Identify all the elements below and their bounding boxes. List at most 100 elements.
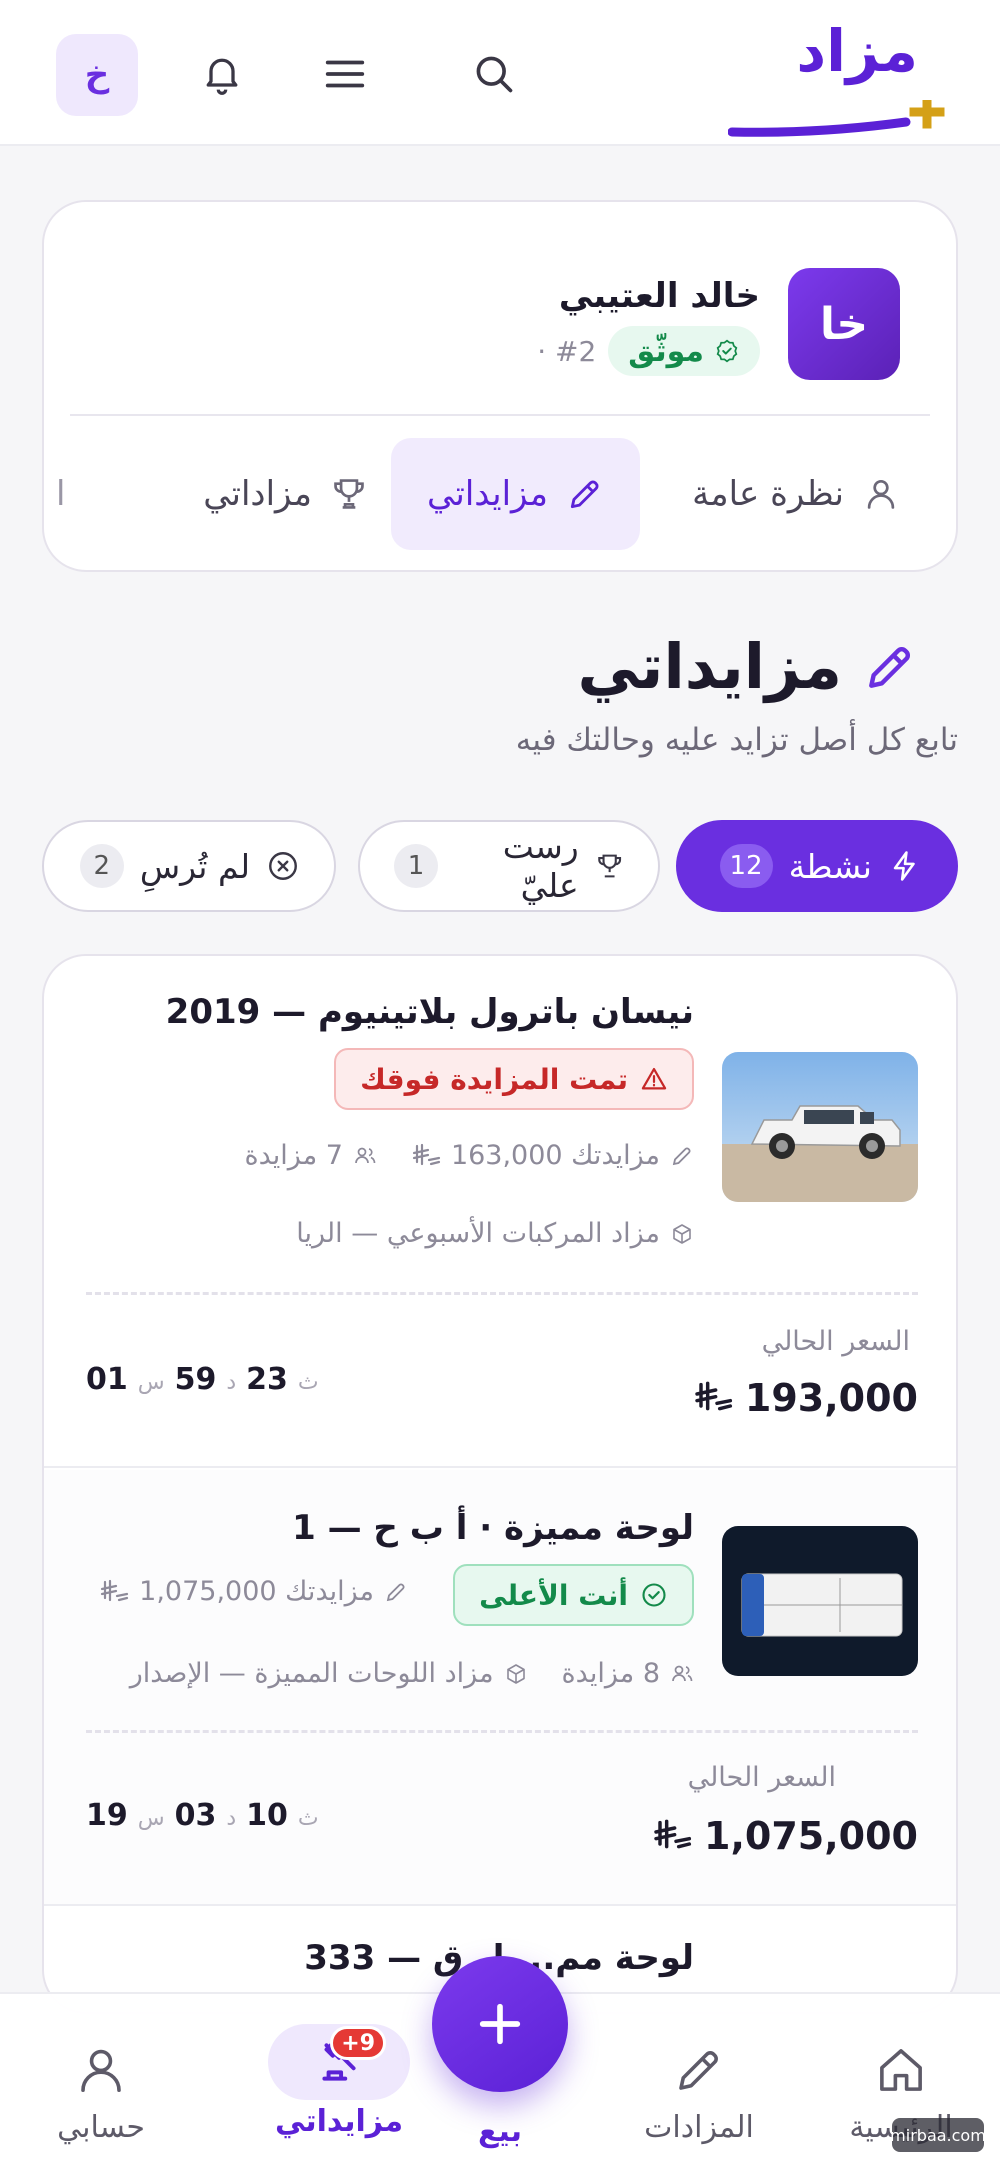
list-item[interactable]: لوحة مميزة · أ ب ح — 1 أنت الأعلى مزايدت… bbox=[44, 1470, 956, 1906]
current-price: 1,075,000 bbox=[652, 1814, 918, 1858]
nav-account[interactable]: حسابي bbox=[16, 1994, 186, 2164]
page-title: مزايداتي bbox=[577, 630, 918, 703]
tab-label: مزايداتي bbox=[427, 474, 548, 514]
box-icon bbox=[506, 1663, 525, 1684]
current-price-value: 1,075,000 bbox=[704, 1814, 918, 1858]
logo-underline-icon bbox=[728, 100, 945, 137]
my-bid-text: مزايدتك 163,000 bbox=[450, 1140, 660, 1171]
bid-count: 7 مزايدة bbox=[244, 1140, 376, 1171]
verified-label: موثّق bbox=[628, 333, 704, 369]
list-item[interactable]: نيسان باترول بلاتينيوم — 2019 تمت المزاي… bbox=[44, 956, 956, 1468]
bids-list: نيسان باترول بلاتينيوم — 2019 تمت المزاي… bbox=[42, 954, 958, 2014]
timer-unit: س bbox=[137, 1806, 165, 1831]
status-badge: أنت الأعلى bbox=[453, 1564, 694, 1626]
timer-unit: ث bbox=[297, 1370, 319, 1395]
filter-active[interactable]: نشطة 12 bbox=[676, 820, 958, 912]
license-plate-icon bbox=[722, 1526, 918, 1676]
countdown-timer: 01 س 59 د 23 ث bbox=[86, 1362, 319, 1397]
auction-meta: 8 مزايدة مزاد اللوحات المميزة — الإصدار bbox=[130, 1658, 694, 1689]
plus-icon bbox=[479, 2003, 521, 2045]
sell-button[interactable] bbox=[432, 1956, 568, 2092]
bolt-icon bbox=[893, 851, 915, 881]
filter-won[interactable]: رست عليّ 1 bbox=[358, 820, 660, 912]
timer-value: 01 bbox=[86, 1362, 128, 1397]
auction-name: مزاد اللوحات المميزة — الإصدار bbox=[130, 1658, 528, 1689]
warning-icon bbox=[641, 1067, 667, 1090]
plate-thumbnail bbox=[722, 1526, 918, 1676]
pencil-icon bbox=[672, 1146, 691, 1165]
car-image-icon bbox=[722, 1052, 918, 1202]
current-price: 193,000 bbox=[693, 1376, 918, 1420]
price-label: السعر الحالي bbox=[687, 1762, 836, 1793]
tab-overview[interactable]: نظرة عامة bbox=[692, 438, 900, 550]
user-icon bbox=[81, 2049, 121, 2093]
auction-meta: مزاد المركبات الأسبوعي — الريا bbox=[296, 1218, 694, 1249]
nav-label: المزادات bbox=[644, 2110, 754, 2145]
tab-my-auctions[interactable]: مزاداتي bbox=[203, 438, 368, 550]
notifications-button[interactable] bbox=[182, 34, 262, 114]
timer-unit: د bbox=[226, 1806, 237, 1831]
timer-unit: س bbox=[137, 1370, 165, 1395]
countdown-timer: 19 س 03 د 10 ث bbox=[86, 1798, 319, 1833]
status-text: تمت المزايدة فوقك bbox=[360, 1062, 628, 1096]
filter-count: 1 bbox=[394, 844, 438, 888]
item-title: نيسان باترول بلاتينيوم — 2019 bbox=[165, 992, 694, 1032]
item-title: لوحة مميزة · أ ب ح — 1 bbox=[292, 1508, 694, 1548]
filter-label: رست عليّ bbox=[502, 827, 579, 905]
sell-label: بيع bbox=[477, 2114, 522, 2149]
nav-auctions[interactable]: المزادات bbox=[614, 1994, 784, 2164]
logo-text: مزاد bbox=[796, 17, 919, 85]
search-button[interactable] bbox=[454, 34, 534, 114]
filter-label: نشطة bbox=[788, 846, 872, 886]
tab-more[interactable]: ا bbox=[56, 438, 65, 550]
riyal-icon bbox=[412, 1143, 441, 1165]
current-price-value: 193,000 bbox=[744, 1376, 918, 1420]
tab-label: ا bbox=[56, 474, 66, 514]
riyal-icon bbox=[654, 1819, 692, 1849]
profile-meta: موثّق #2 · bbox=[537, 326, 760, 376]
page-subtitle: تابع كل أصل تزايد عليه وحالتك فيه bbox=[515, 722, 958, 758]
profile-avatar: خا bbox=[788, 268, 900, 380]
tab-label: نظرة عامة bbox=[692, 474, 844, 514]
x-circle-icon bbox=[269, 852, 297, 880]
riyal-icon bbox=[695, 1381, 732, 1411]
status-badge: تمت المزايدة فوقك bbox=[334, 1048, 694, 1110]
profile-name: خالد العتيبي bbox=[558, 276, 760, 316]
logo[interactable]: مزاد bbox=[728, 17, 958, 137]
riyal-icon bbox=[101, 1579, 129, 1601]
avatar[interactable]: خ bbox=[56, 34, 138, 116]
gavel-icon bbox=[679, 2051, 718, 2090]
nav-my-bids[interactable]: 9+ مزايداتي bbox=[254, 1994, 424, 2164]
my-bid: مزايدتك 1,075,000 bbox=[99, 1576, 408, 1607]
auction-name-text: مزاد المركبات الأسبوعي — الريا bbox=[296, 1218, 660, 1249]
price-label: السعر الحالي bbox=[761, 1326, 910, 1357]
menu-button[interactable] bbox=[305, 34, 385, 114]
my-bid-text: مزايدتك 1,075,000 bbox=[139, 1576, 374, 1607]
auction-name-text: مزاد اللوحات المميزة — الإصدار bbox=[129, 1658, 494, 1689]
pencil-icon bbox=[869, 646, 910, 688]
home-icon bbox=[880, 2049, 922, 2091]
divider bbox=[86, 1730, 918, 1733]
box-icon bbox=[673, 1223, 691, 1244]
users-icon bbox=[672, 1665, 693, 1681]
bell-icon bbox=[206, 58, 238, 95]
auction-name: مزاد المركبات الأسبوعي — الريا bbox=[296, 1218, 694, 1249]
bid-count-text: 7 مزايدة bbox=[244, 1140, 343, 1171]
bid-meta: مزايدتك 163,000 7 مزايدة bbox=[244, 1140, 694, 1171]
verified-badge: موثّق bbox=[608, 326, 760, 376]
timer-unit: د bbox=[226, 1370, 237, 1395]
divider bbox=[70, 414, 930, 416]
filter-label: لم تُرسِ bbox=[139, 846, 250, 886]
bid-count-text: 8 مزايدة bbox=[561, 1658, 660, 1689]
filter-count: 12 bbox=[719, 844, 773, 888]
menu-icon bbox=[325, 60, 365, 88]
page-title-text: مزايداتي bbox=[577, 630, 842, 703]
timer-value: 03 bbox=[174, 1798, 217, 1833]
tab-my-bids[interactable]: مزايداتي bbox=[391, 438, 640, 550]
check-circle-icon bbox=[642, 1583, 666, 1607]
pencil-icon bbox=[570, 480, 599, 509]
filter-lost[interactable]: لم تُرسِ 2 bbox=[42, 820, 336, 912]
profile-card: خا خالد العتيبي موثّق #2 · نظرة عامة مزا… bbox=[42, 200, 958, 572]
search-icon bbox=[476, 56, 513, 93]
my-bid: مزايدتك 163,000 bbox=[411, 1140, 694, 1171]
